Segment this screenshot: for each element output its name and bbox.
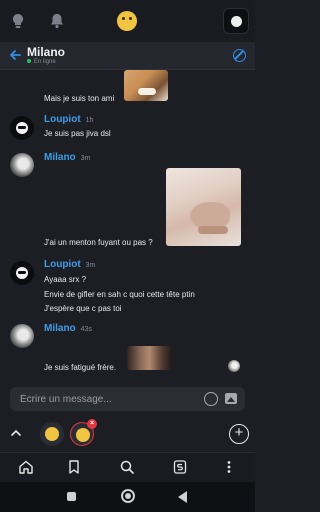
chevron-up-icon[interactable] <box>10 427 22 439</box>
message-text: Je suis fatigué frère. <box>44 363 117 372</box>
reaction-emoji[interactable] <box>40 422 64 446</box>
message-time: 3m <box>85 262 96 269</box>
message-text: Envie de gifler en sah c quoi cette tête… <box>44 290 195 299</box>
online-dot-icon <box>27 59 31 63</box>
smiley-icon <box>76 428 90 442</box>
author-name[interactable]: Loupiot <box>44 114 81 125</box>
message-text: J'ai un menton fuyant ou pas ? <box>44 238 153 247</box>
conversation-header: Milano En ligne <box>0 42 255 70</box>
message-author[interactable]: Milano 43s <box>44 323 92 334</box>
smiley-icon <box>45 427 59 441</box>
profile-avatar[interactable] <box>223 8 249 34</box>
reaction-emoji-selected[interactable]: × <box>70 419 97 446</box>
message-time: 3m <box>80 155 91 162</box>
message-time: 1h <box>85 117 94 124</box>
online-status-label: En ligne <box>34 59 56 65</box>
home-icon[interactable] <box>18 459 34 475</box>
remove-badge[interactable]: × <box>87 419 97 429</box>
add-reaction-button[interactable]: + <box>229 424 249 444</box>
author-name[interactable]: Loupiot <box>44 259 81 270</box>
message-image[interactable] <box>124 70 168 101</box>
online-status: En ligne <box>27 59 56 65</box>
message-image[interactable] <box>166 168 241 246</box>
avatar[interactable] <box>10 324 34 348</box>
message-author[interactable]: Milano 3m <box>44 152 90 163</box>
read-receipt-avatar <box>228 360 240 372</box>
author-name[interactable]: Milano <box>44 152 76 163</box>
lightbulb-icon[interactable] <box>9 12 27 30</box>
bottom-navigation <box>0 452 255 482</box>
emoji-picker-icon[interactable] <box>204 392 218 406</box>
conversation-title[interactable]: Milano <box>27 45 65 59</box>
message-composer <box>10 387 245 411</box>
image-attach-icon[interactable] <box>225 393 237 404</box>
message-text: Ayaaa srx ? <box>44 275 87 284</box>
reaction-strip: × + <box>0 418 255 452</box>
block-icon[interactable] <box>233 49 246 62</box>
message-text: J'espère que c pas toi <box>44 304 122 313</box>
home-circle-icon[interactable] <box>121 489 135 503</box>
back-arrow-icon[interactable] <box>8 48 22 62</box>
avatar[interactable] <box>10 261 34 285</box>
message-list[interactable]: Mais je suis ton ami Loupiot 1h Je suis p… <box>0 70 255 386</box>
top-app-bar <box>0 0 255 42</box>
bookmark-icon[interactable] <box>66 459 82 475</box>
s-badge-icon[interactable] <box>172 459 188 475</box>
smiley-icon[interactable] <box>117 11 137 31</box>
message-author[interactable]: Loupiot 3m <box>44 259 95 270</box>
back-triangle-icon[interactable] <box>178 491 187 503</box>
avatar[interactable] <box>10 116 34 140</box>
avatar[interactable] <box>10 153 34 177</box>
system-navigation-bar <box>0 482 255 512</box>
author-name[interactable]: Milano <box>44 323 76 334</box>
message-input[interactable] <box>20 391 190 407</box>
message-time: 43s <box>80 326 92 333</box>
recents-icon[interactable] <box>67 492 76 501</box>
message-author[interactable]: Loupiot 1h <box>44 114 93 125</box>
message-text: Mais je suis ton ami <box>44 94 115 103</box>
message-image[interactable] <box>127 346 172 370</box>
bell-icon[interactable] <box>48 12 66 30</box>
more-vertical-icon[interactable] <box>221 459 237 475</box>
search-icon[interactable] <box>119 459 135 475</box>
message-text: Je suis pas jiva dsl <box>44 129 111 138</box>
